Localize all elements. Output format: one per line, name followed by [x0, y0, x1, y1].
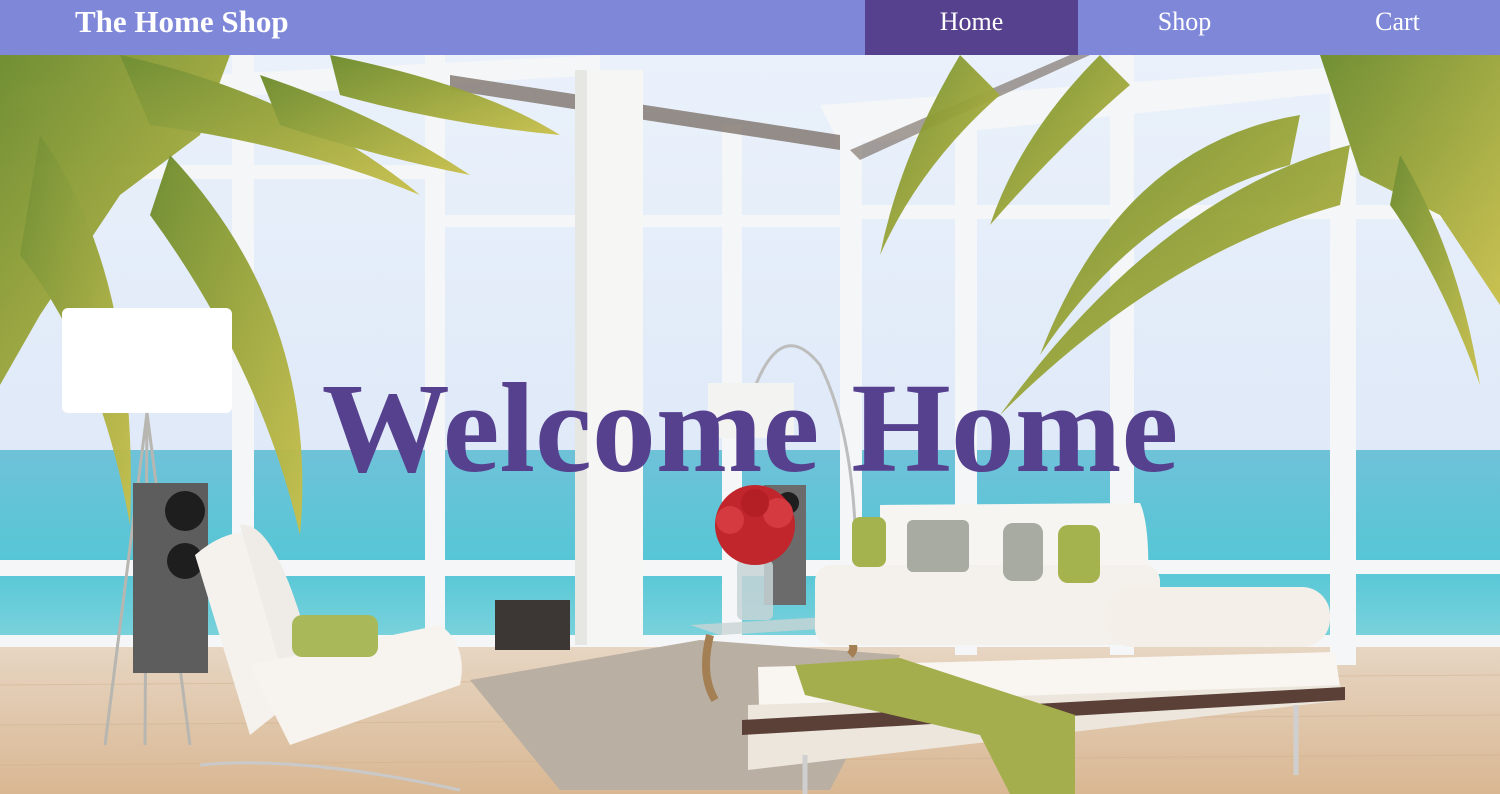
hero-title: Welcome Home — [321, 357, 1179, 499]
brand-logo-link[interactable]: The Home Shop — [75, 0, 289, 44]
top-navbar: The Home Shop Home Shop Cart — [0, 0, 1500, 55]
nav-link-home[interactable]: Home — [865, 0, 1078, 55]
page: The Home Shop Home Shop Cart Welcome Hom… — [0, 0, 1500, 794]
nav-links: Home Shop Cart — [865, 0, 1500, 55]
hero-section: Welcome Home — [0, 55, 1500, 794]
nav-link-shop[interactable]: Shop — [1078, 0, 1291, 55]
nav-link-cart[interactable]: Cart — [1291, 0, 1500, 55]
